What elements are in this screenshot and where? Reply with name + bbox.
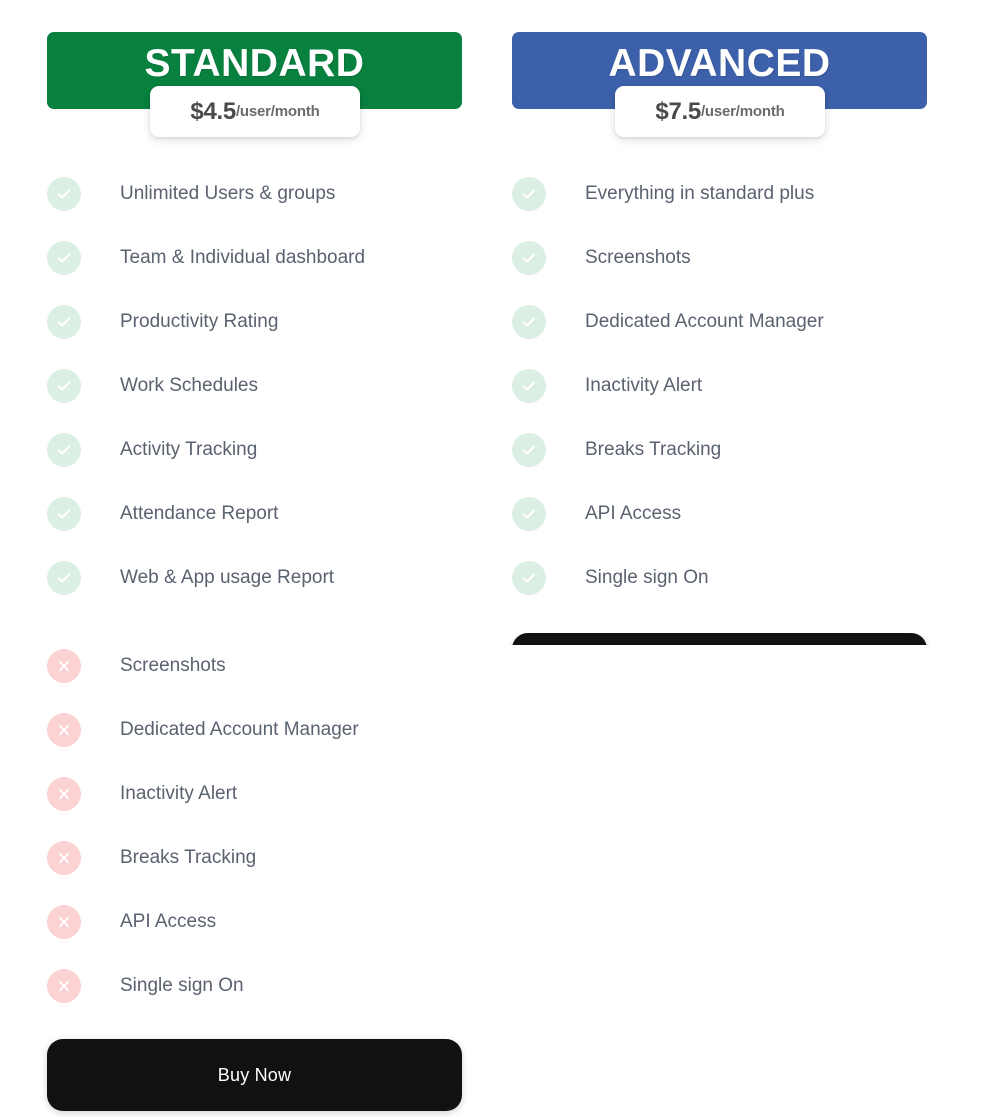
plan-title-standard: STANDARD [144,42,365,85]
feature-label: API Access [120,910,217,932]
feature-label: Attendance Report [120,502,279,524]
feature-label: Team & Individual dashboard [120,246,366,268]
price-badge-advanced: $7.5/user/month [615,86,825,137]
feature-label: Screenshots [585,246,691,268]
cross-icon [47,649,81,683]
feature-row: Breaks Tracking [47,841,256,875]
buy-now-button-advanced[interactable]: Buy Now [512,633,927,645]
feature-row: Unlimited Users & groups [47,177,335,211]
feature-label: Activity Tracking [120,438,258,460]
buy-now-button-standard[interactable]: Buy Now [47,1039,462,1111]
check-icon [512,497,546,531]
feature-label: Dedicated Account Manager [120,718,359,740]
feature-label: Everything in standard plus [585,182,815,204]
feature-label: Breaks Tracking [585,438,722,460]
check-icon [47,497,81,531]
feature-label: Web & App usage Report [120,566,335,588]
feature-row: Productivity Rating [47,305,278,339]
price-badge-standard: $4.5/user/month [150,86,360,137]
feature-row: Attendance Report [47,497,278,531]
feature-label: Inactivity Alert [585,374,703,396]
check-icon [512,369,546,403]
pricing-page: STANDARD $4.5/user/month Unlimited Users… [0,0,985,1117]
feature-row: Inactivity Alert [47,777,237,811]
feature-label: Single sign On [585,566,709,588]
feature-row: Screenshots [512,241,691,275]
price-amount-standard: $4.5 [190,97,236,125]
check-icon [512,177,546,211]
price-unit-standard: /user/month [235,103,320,120]
check-icon [512,241,546,275]
feature-row: Everything in standard plus [512,177,814,211]
feature-label: Screenshots [120,654,226,676]
feature-row: Dedicated Account Manager [512,305,824,339]
feature-label: Productivity Rating [120,310,279,332]
check-icon [47,369,81,403]
feature-label: Breaks Tracking [120,846,257,868]
check-icon [47,561,81,595]
feature-label: API Access [585,502,682,524]
price-amount-advanced: $7.5 [655,97,701,125]
feature-row: Breaks Tracking [512,433,721,467]
feature-row: Single sign On [512,561,709,595]
plan-column-standard: STANDARD $4.5/user/month Unlimited Users… [0,0,465,1117]
check-icon [512,305,546,339]
feature-row: Dedicated Account Manager [47,713,359,747]
feature-label: Unlimited Users & groups [120,182,336,204]
check-icon [47,177,81,211]
feature-label: Dedicated Account Manager [585,310,824,332]
feature-row: Team & Individual dashboard [47,241,365,275]
feature-row: Work Schedules [47,369,258,403]
cross-icon [47,905,81,939]
feature-label: Work Schedules [120,374,258,396]
cross-icon [47,777,81,811]
cross-icon [47,969,81,1003]
cross-icon [47,841,81,875]
feature-row: Web & App usage Report [47,561,334,595]
feature-row: Inactivity Alert [512,369,702,403]
feature-row: API Access [512,497,681,531]
check-icon [47,433,81,467]
plan-title-advanced: ADVANCED [608,42,831,85]
cross-icon [47,713,81,747]
check-icon [512,561,546,595]
price-unit-advanced: /user/month [700,103,785,120]
feature-row: Activity Tracking [47,433,257,467]
check-icon [47,305,81,339]
buy-now-clip-region-advanced: Buy Now [465,633,930,645]
feature-row: API Access [47,905,216,939]
feature-label: Inactivity Alert [120,782,238,804]
check-icon [512,433,546,467]
feature-row: Screenshots [47,649,226,683]
feature-row: Single sign On [47,969,244,1003]
feature-label: Single sign On [120,974,244,996]
plan-column-advanced: ADVANCED $7.5/user/month Everything in s… [465,0,930,1117]
check-icon [47,241,81,275]
